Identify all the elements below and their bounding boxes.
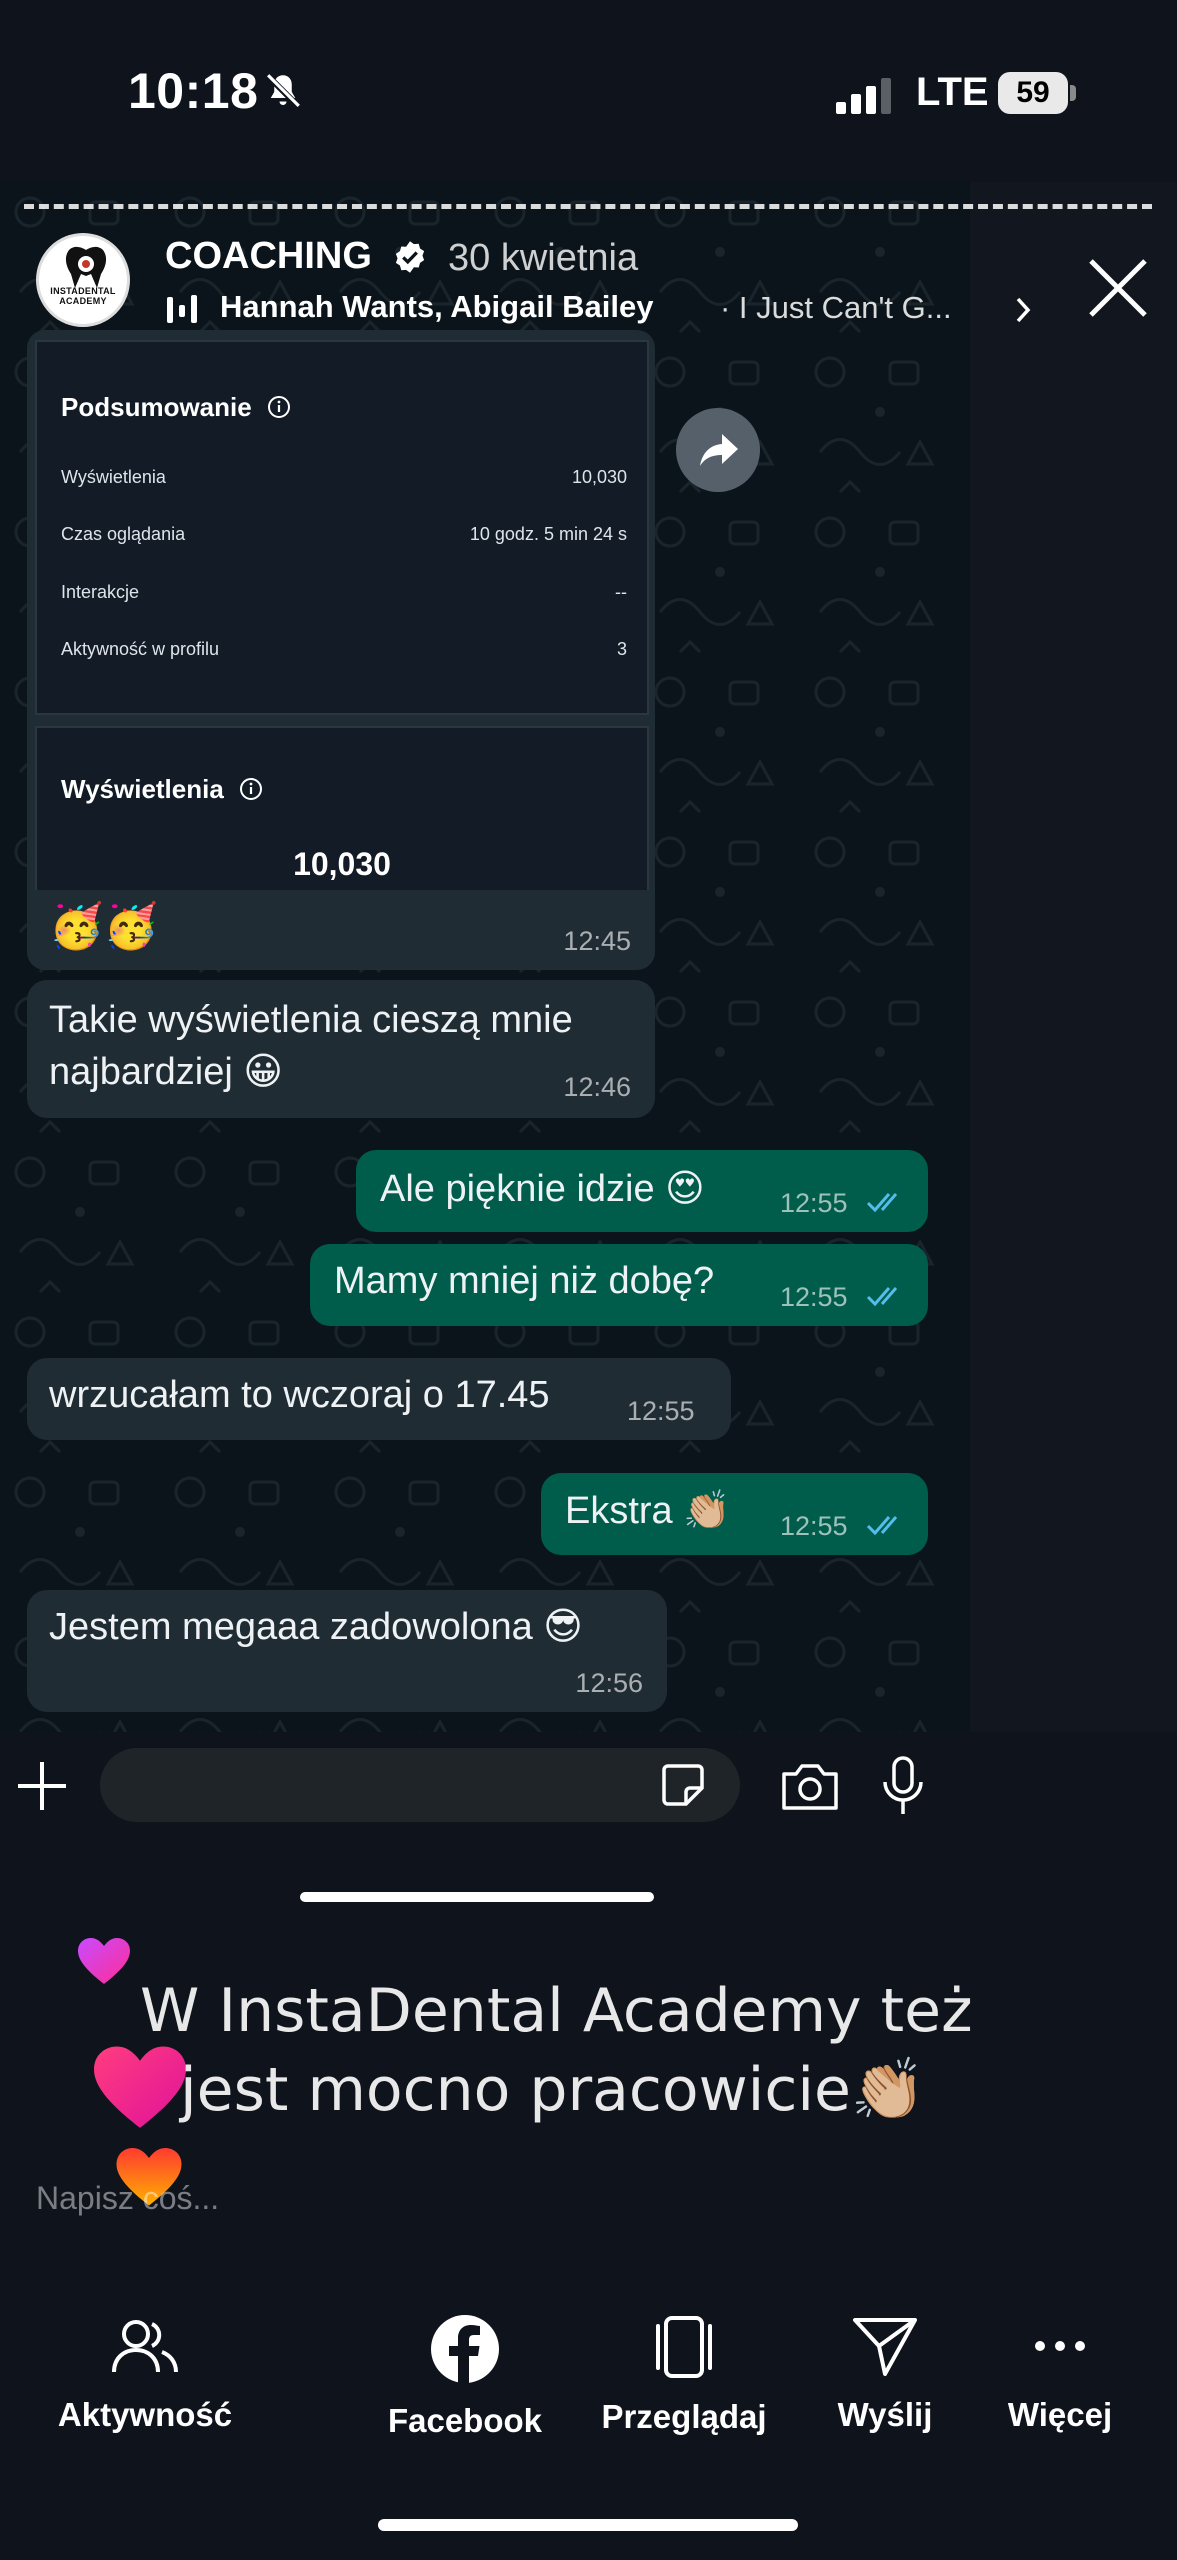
signal-icon <box>836 78 891 114</box>
status-time: 10:18 <box>128 63 259 119</box>
camera-icon[interactable] <box>780 1760 840 1812</box>
activity-button[interactable]: Aktywność <box>50 2314 240 2464</box>
facebook-button[interactable]: Facebook <box>380 2314 550 2464</box>
message-bubble-incoming: wrzucałam to wczoraj o 17.45 12:55 <box>27 1358 731 1440</box>
stat-label: Aktywność w profilu <box>61 639 220 659</box>
message-text: 🥳🥳 <box>49 902 159 951</box>
stat-row: Czas oglądania 10 godz. 5 min 24 s <box>61 524 627 545</box>
media-home-indicator <box>300 1892 654 1902</box>
message-time: 12:45 <box>563 926 631 956</box>
browse-icon <box>656 2316 712 2378</box>
message-time: 12:55 <box>780 1188 848 1218</box>
message-time: 12:56 <box>575 1668 643 1698</box>
network-label: LTE <box>916 70 989 114</box>
read-ticks-icon <box>866 1287 898 1307</box>
people-icon <box>112 2320 178 2373</box>
story-progress-bar <box>24 204 1152 209</box>
forward-icon[interactable] <box>676 408 760 492</box>
message-text: wrzucałam to wczoraj o 17.45 <box>49 1374 550 1416</box>
sticker-icon[interactable] <box>660 1762 706 1808</box>
more-button[interactable]: Więcej <box>995 2314 1125 2464</box>
verified-icon <box>395 241 425 273</box>
message-text: Takie wyświetlenia cieszą mnie najbardzi… <box>49 999 573 1093</box>
facebook-icon <box>431 2315 499 2384</box>
home-indicator <box>378 2519 798 2531</box>
message-bubble-outgoing: Mamy mniej niż dobę? 12:55 <box>310 1244 928 1326</box>
chat-message-input[interactable] <box>100 1748 740 1822</box>
chevron-right-icon[interactable] <box>1012 295 1036 325</box>
send-button[interactable]: Wyślij <box>820 2314 950 2464</box>
chat-input-bar <box>0 1732 1177 1842</box>
plus-icon[interactable] <box>16 1760 68 1812</box>
message-time: 12:46 <box>563 1072 631 1102</box>
battery-cap <box>1070 85 1076 101</box>
message-time: 12:55 <box>780 1282 848 1312</box>
bell-muted-icon <box>265 73 301 109</box>
insights-summary-card: Podsumowanie Wyświetlenia 10,030 Czas ogl… <box>35 340 649 715</box>
battery-level: 59 <box>998 72 1068 114</box>
close-icon[interactable] <box>1085 255 1151 321</box>
views-value: 10,030 <box>293 846 391 882</box>
stat-value: 3 <box>616 639 627 659</box>
views-title-text: Wyświetlenia <box>61 774 224 804</box>
reply-input[interactable]: Napisz coś... <box>36 2180 219 2217</box>
story-caption-line1: W InstaDental Academy też <box>140 1976 973 2046</box>
message-time: 12:55 <box>780 1511 848 1541</box>
status-bar: 10:18 LTE 59 <box>0 0 1177 190</box>
insights-summary-title-text: Podsumowanie <box>61 392 252 422</box>
send-icon <box>853 2318 917 2376</box>
music-track[interactable]: · I Just Can't G... <box>720 290 952 326</box>
post-date: 30 kwietnia <box>448 237 639 279</box>
story-side-shade <box>970 182 1177 1732</box>
message-text: Ale pięknie idzie 😍 <box>380 1168 705 1210</box>
story-header: INSTADENTAL ACADEMY COACHING 30 kwietnia… <box>0 225 1177 345</box>
avatar-text: INSTADENTAL ACADEMY <box>50 286 116 306</box>
microphone-icon[interactable] <box>880 1756 926 1816</box>
message-text: Ekstra 👏🏼 <box>565 1490 731 1532</box>
insights-views-card: Wyświetlenia 10,030 <box>35 726 649 891</box>
heart-sticker-purple <box>78 1938 130 1984</box>
avatar[interactable]: INSTADENTAL ACADEMY <box>36 233 130 327</box>
more-label: Więcej <box>1007 2396 1113 2433</box>
read-ticks-icon <box>866 1516 898 1536</box>
info-icon <box>267 396 290 418</box>
info-icon <box>240 778 263 800</box>
stat-value: -- <box>615 582 627 602</box>
more-icon <box>1035 2341 1085 2351</box>
music-bars-icon <box>167 295 197 323</box>
stat-label: Wyświetlenia <box>61 467 166 487</box>
account-name[interactable]: COACHING <box>165 235 372 278</box>
message-time: 12:55 <box>627 1396 695 1426</box>
message-bubble-outgoing: Ale pięknie idzie 😍 12:55 <box>356 1150 928 1232</box>
music-artists[interactable]: Hannah Wants, Abigail Bailey <box>220 289 654 325</box>
send-label: Wyślij <box>837 2396 933 2433</box>
story-caption-line2: jest mocno pracowicie👏🏼 <box>180 2055 926 2125</box>
browse-button[interactable]: Przeglądaj <box>592 2314 776 2464</box>
stat-value: 10 godz. 5 min 24 s <box>469 524 627 544</box>
message-bubble-outgoing: Ekstra 👏🏼 12:55 <box>541 1473 928 1555</box>
activity-label: Aktywność <box>57 2396 233 2433</box>
message-bubble-incoming: Jestem megaaa zadowolona 😎 12:56 <box>27 1590 667 1712</box>
facebook-label: Facebook <box>387 2402 543 2439</box>
stat-row: Interakcje -- <box>61 582 627 603</box>
browse-label: Przeglądaj <box>601 2398 767 2435</box>
stat-label: Czas oglądania <box>61 524 186 544</box>
stat-row: Wyświetlenia 10,030 <box>61 467 627 488</box>
message-text: Jestem megaaa zadowolona 😎 <box>49 1606 583 1648</box>
stat-label: Interakcje <box>61 582 140 602</box>
read-ticks-icon <box>866 1193 898 1213</box>
views-title: Wyświetlenia <box>61 774 263 805</box>
insights-summary-title: Podsumowanie <box>61 392 291 423</box>
stat-row: Aktywność w profilu 3 <box>61 639 627 660</box>
message-bubble-incoming: Takie wyświetlenia cieszą mnie najbardzi… <box>27 980 655 1118</box>
battery-indicator: 59 <box>998 72 1076 114</box>
message-bubble-incoming: 🥳🥳 12:45 <box>27 890 655 970</box>
stat-value: 10,030 <box>571 467 627 487</box>
tooth-logo-icon <box>65 246 107 288</box>
message-text: Mamy mniej niż dobę? <box>334 1260 715 1302</box>
